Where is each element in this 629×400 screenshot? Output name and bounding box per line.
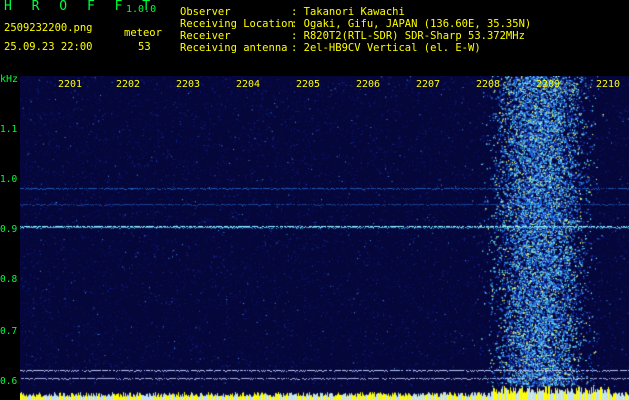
filename-label: 2509232200.png	[4, 22, 93, 34]
spectrogram-plot	[20, 76, 629, 400]
location-label: Receiving Location	[180, 18, 294, 30]
y-tick-label: 0.6	[0, 376, 18, 387]
observer-label: Observer	[180, 6, 231, 18]
x-tick-label: 2205	[296, 79, 321, 90]
antenna-value: : 2el-HB9CV Vertical (el. E-W)	[291, 42, 481, 54]
version-label: 1.0.0	[126, 4, 157, 15]
mode-label: meteor	[124, 27, 162, 39]
x-tick-label: 2207	[416, 79, 441, 90]
location-value: : Ogaki, Gifu, JAPAN (136.60E, 35.35N)	[291, 18, 532, 30]
x-tick-label: 2201	[58, 79, 83, 90]
x-tick-label: 2202	[116, 79, 141, 90]
y-axis: kHz 1.1 1.0 0.9 0.8 0.7 0.6	[0, 74, 20, 400]
receiver-value: : R820T2(RTL-SDR) SDR-Sharp 53.372MHz	[291, 30, 525, 42]
count-label: 53	[138, 41, 151, 53]
x-tick-label: 2203	[176, 79, 201, 90]
y-unit-label: kHz	[0, 74, 19, 85]
antenna-label: Receiving antenna	[180, 42, 288, 54]
y-tick-label: 1.0	[0, 174, 18, 185]
y-tick-label: 0.8	[0, 274, 18, 285]
x-tick-label: 2204	[236, 79, 261, 90]
datetime-label: 25.09.23 22:00	[4, 41, 93, 53]
receiver-label: Receiver	[180, 30, 231, 42]
x-tick-label: 2208	[476, 79, 501, 90]
x-tick-label: 2210	[596, 79, 621, 90]
y-tick-label: 0.7	[0, 326, 18, 337]
y-tick-label: 1.1	[0, 124, 18, 135]
observer-value: : Takanori Kawachi	[291, 6, 405, 18]
header-panel: H R O F F T 1.0.0 2509232200.png 25.09.2…	[0, 0, 629, 74]
spectrogram-canvas	[20, 76, 629, 400]
x-tick-label: 2209	[536, 79, 561, 90]
x-tick-label: 2206	[356, 79, 381, 90]
y-tick-label: 0.9	[0, 224, 18, 235]
